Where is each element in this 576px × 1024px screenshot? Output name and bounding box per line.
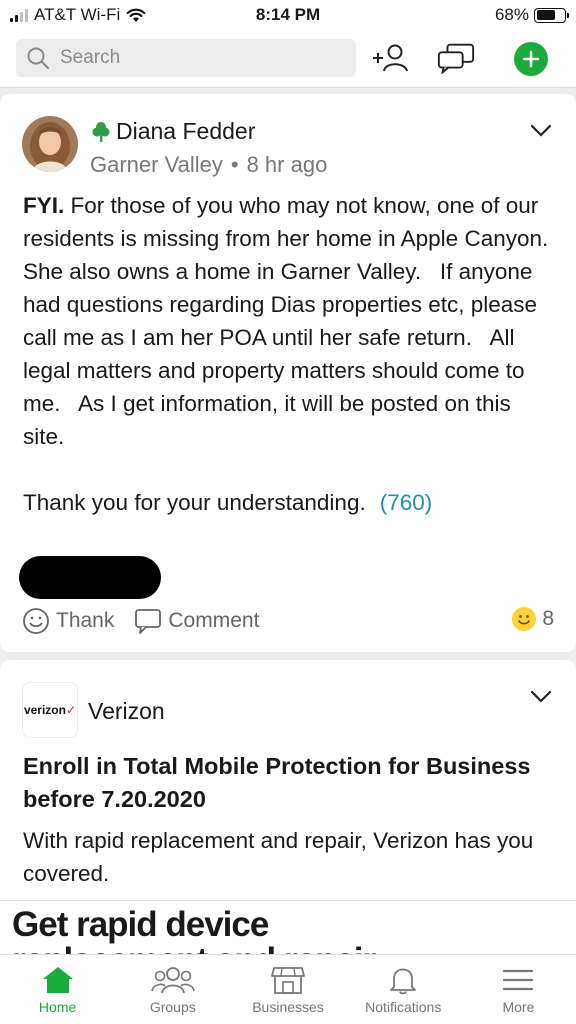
ad-description: With rapid replacement and repair, Veriz… [23,828,534,886]
avatar-photo [22,116,78,172]
tab-notifications[interactable]: Notifications [346,955,461,1024]
redaction-bar [19,556,161,599]
post-text: FYI. For those of you who may not know, … [23,189,558,453]
author-line: Diana Fedder [92,118,255,145]
chevron-down-icon [530,124,552,137]
hamburger-menu-icon [503,969,534,991]
author-avatar[interactable] [22,116,78,172]
groups-icon [151,967,195,994]
search-input[interactable]: Search [16,39,356,77]
create-post-button[interactable] [514,42,548,76]
advertiser-name[interactable]: Verizon [88,698,165,725]
bell-icon [390,968,417,995]
clock: 8:14 PM [255,5,321,24]
chevron-down-icon [530,690,552,703]
thank-button[interactable]: Thank [22,607,114,635]
tab-notifications-label: Notifications [365,999,442,1015]
post-lead: FYI. [23,193,65,218]
status-bar: AT&T Wi-Fi 8:14 PM 68% [0,0,576,32]
post-time: 8 hr ago [246,152,328,177]
search-placeholder: Search [60,47,121,68]
tab-businesses-label: Businesses [252,999,324,1015]
verizon-check-icon: ✓ [65,703,77,717]
messages-button[interactable] [436,38,476,78]
tab-groups-label: Groups [149,999,196,1015]
ad-options-button[interactable] [528,684,554,710]
smiley-icon [23,608,49,634]
ad-banner-image[interactable]: Get rapid device replacement and repair [0,900,576,960]
battery-icon [534,7,569,23]
smiling-face-icon [512,607,537,631]
battery-percent: 68% [494,5,529,24]
post-body: FYI. For those of you who may not know, … [23,189,558,519]
comment-bubble-icon [135,609,162,634]
post-body-text: For those of you who may not know, one o… [23,193,561,449]
home-icon [42,967,73,993]
sponsored-card[interactable]: verizon ✓ Verizon Enroll in Total Mobile … [0,660,576,960]
post-card[interactable]: Diana Fedder Garner Valley • 8 hr ago FY… [0,94,576,652]
reaction-summary[interactable]: 8 [512,607,554,631]
tab-groups[interactable]: Groups [115,955,230,1024]
post-actions: Thank Comment [22,607,259,635]
plus-icon [522,50,540,68]
thank-label: Thank [56,609,115,632]
tab-businesses[interactable]: Businesses [230,955,345,1024]
post-meta: Garner Valley • 8 hr ago [90,152,327,178]
meta-separator: • [230,152,239,177]
bottom-tab-bar: Home Groups Businesses Notifications Mor… [0,954,576,1024]
tab-home-label: Home [38,999,77,1015]
add-person-icon [373,44,408,72]
banner-line-1: Get rapid device [12,905,269,944]
tab-more-label: More [502,999,535,1015]
post-closing: Thank you for your understanding. [23,490,366,515]
tab-home[interactable]: Home [0,955,115,1024]
tree-badge-icon [92,121,110,142]
verizon-logo[interactable]: verizon ✓ [22,682,78,738]
status-right: 68% [494,5,569,25]
invite-neighbors-button[interactable] [370,38,410,78]
storefront-icon [271,967,305,994]
post-closing-line: Thank you for your understanding. (760) [23,486,558,519]
neighborhood-link[interactable]: Garner Valley [90,152,223,178]
author-name[interactable]: Diana Fedder [116,118,255,145]
comment-button[interactable]: Comment [134,607,259,635]
comment-label: Comment [168,609,260,632]
chat-bubbles-icon [437,43,475,74]
logo-text: verizon [23,703,66,717]
phone-link[interactable]: (760) [380,490,433,515]
tab-more[interactable]: More [461,955,576,1024]
post-options-button[interactable] [528,118,554,144]
ad-headline[interactable]: Enroll in Total Mobile Protection for Bu… [23,750,563,816]
search-icon [27,47,49,69]
reaction-count: 8 [542,607,554,630]
top-header: Search [0,32,576,88]
